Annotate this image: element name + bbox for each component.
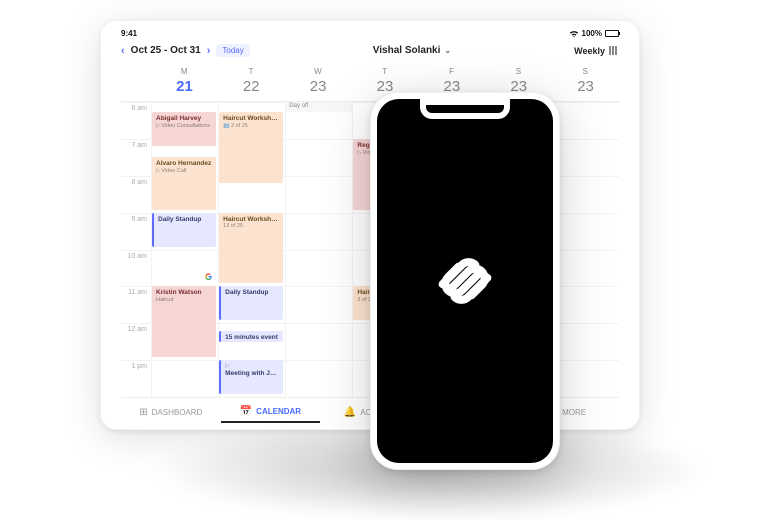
calendar-event[interactable]: Daily Standup (219, 286, 283, 320)
event-title: 15 minutes event (225, 334, 279, 342)
day-number: 23 (285, 78, 352, 95)
calendar-event[interactable]: Abigail Harvey▷ Video Consultations (152, 112, 216, 146)
event-title: Abigail Harvey (156, 115, 212, 123)
today-button[interactable]: Today (216, 44, 249, 57)
calendar-slot[interactable] (552, 360, 619, 397)
wifi-icon (569, 30, 579, 38)
calendar-slot[interactable] (552, 213, 619, 250)
date-range-label: Oct 25 - Oct 31 (131, 45, 201, 56)
calendar-slot[interactable] (285, 176, 352, 213)
day-header[interactable]: T 22 (218, 67, 285, 101)
phone-screen (377, 99, 553, 463)
google-icon (205, 273, 212, 280)
calendar-slot[interactable] (552, 139, 619, 176)
phone-notch (420, 99, 510, 119)
calendar-toolbar: ‹ Oct 25 - Oct 31 › Today Vishal Solanki… (121, 44, 619, 57)
user-selector[interactable]: Vishal Solanki ⌄ (373, 45, 451, 56)
time-label: 12 am (121, 323, 151, 360)
event-subtitle: ▷ (225, 363, 279, 370)
allday-banner[interactable]: Day off (285, 102, 352, 112)
event-title: Alvaro Hernandez (156, 160, 212, 168)
calendar-event[interactable]: Daily Standup (152, 213, 216, 247)
event-subtitle: ▷ Video Call (156, 168, 212, 175)
dashboard-icon: ⊞ (139, 407, 147, 418)
calendar-slot[interactable] (552, 102, 619, 139)
calendar-event[interactable]: Haircut Workshops👥 2 of 25 (219, 112, 283, 183)
squarespace-logo-icon (425, 241, 505, 321)
chevron-down-icon: ⌄ (444, 46, 451, 55)
calendar-icon: 📅 (240, 406, 252, 417)
calendar-event[interactable]: ▷ Meeting with Jo… (219, 360, 283, 394)
day-number: 21 (151, 78, 218, 95)
time-label: 1 pm (121, 360, 151, 397)
calendar-event[interactable]: Haircut Workshops13 of 25 (219, 213, 283, 284)
event-title: Meeting with Jo… (225, 370, 279, 378)
time-label: 10 am (121, 250, 151, 287)
status-time: 9:41 (121, 29, 137, 38)
event-title: Daily Standup (158, 216, 212, 224)
prev-week-button[interactable]: ‹ (121, 45, 125, 57)
event-subtitle: Haircut (156, 297, 212, 304)
next-week-button[interactable]: › (207, 45, 211, 57)
calendar-slot[interactable] (285, 250, 352, 287)
week-view-icon (609, 46, 619, 55)
video-icon: ▷ (357, 150, 361, 157)
calendar-slot[interactable] (552, 286, 619, 323)
day-header[interactable]: M 21 (151, 67, 218, 101)
calendar-slot[interactable] (285, 360, 352, 397)
dow-label: W (285, 67, 352, 76)
calendar-slot[interactable] (285, 323, 352, 360)
dow-label: S (552, 67, 619, 76)
user-name: Vishal Solanki (373, 45, 441, 56)
time-label: 11 am (121, 286, 151, 323)
event-subtitle: 👥 2 of 25 (223, 123, 279, 130)
time-label: 8 am (121, 176, 151, 213)
view-label: Weekly (574, 46, 605, 56)
bell-icon: 🔔 (344, 407, 356, 418)
battery-icon (605, 30, 619, 37)
calendar-slot[interactable] (285, 286, 352, 323)
tab-calendar[interactable]: 📅 CALENDAR (221, 402, 321, 423)
calendar-slot[interactable] (285, 213, 352, 250)
time-label: 6 am (121, 102, 151, 139)
calendar-slot[interactable] (552, 250, 619, 287)
video-icon: ▷ (156, 168, 160, 175)
event-title: Haircut Workshops (223, 216, 279, 224)
calendar-event[interactable]: Alvaro Hernandez▷ Video Call (152, 157, 216, 209)
calendar-slot[interactable] (552, 176, 619, 213)
video-icon: ▷ (156, 123, 160, 130)
event-title: Haircut Workshops (223, 115, 279, 123)
tab-label: CALENDAR (256, 407, 301, 416)
event-subtitle: 13 of 25 (223, 223, 279, 230)
video-icon: ▷ (225, 363, 229, 370)
day-number: 22 (218, 78, 285, 95)
dow-label: T (218, 67, 285, 76)
phone-frame (370, 92, 560, 470)
event-title: Kristin Watson (156, 289, 212, 297)
view-selector[interactable]: Weekly (574, 46, 619, 56)
tablet-status-bar: 9:41 100% (121, 29, 619, 38)
users-icon: 👥 (223, 123, 230, 130)
calendar-event[interactable] (152, 250, 216, 284)
time-label: 9 am (121, 213, 151, 250)
calendar-slot[interactable] (552, 323, 619, 360)
calendar-slot[interactable] (285, 139, 352, 176)
day-number: 23 (552, 78, 619, 95)
day-header[interactable]: W 23 (285, 67, 352, 101)
dow-label: S (485, 67, 552, 76)
event-title: Daily Standup (225, 289, 279, 297)
dow-label: F (418, 67, 485, 76)
tab-dashboard[interactable]: ⊞ DASHBOARD (121, 403, 221, 422)
event-subtitle: ▷ Video Consultations (156, 123, 212, 130)
battery-pct: 100% (582, 29, 602, 38)
dow-label: M (151, 67, 218, 76)
tab-label: MORE (562, 408, 586, 417)
dow-label: T (352, 67, 419, 76)
calendar-event[interactable]: 15 minutes event (219, 331, 283, 343)
time-label: 7 am (121, 139, 151, 176)
calendar-slot[interactable] (151, 360, 218, 397)
day-header[interactable]: S 23 (552, 67, 619, 101)
calendar-event[interactable]: Kristin WatsonHaircut (152, 286, 216, 357)
tab-label: DASHBOARD (152, 408, 203, 417)
